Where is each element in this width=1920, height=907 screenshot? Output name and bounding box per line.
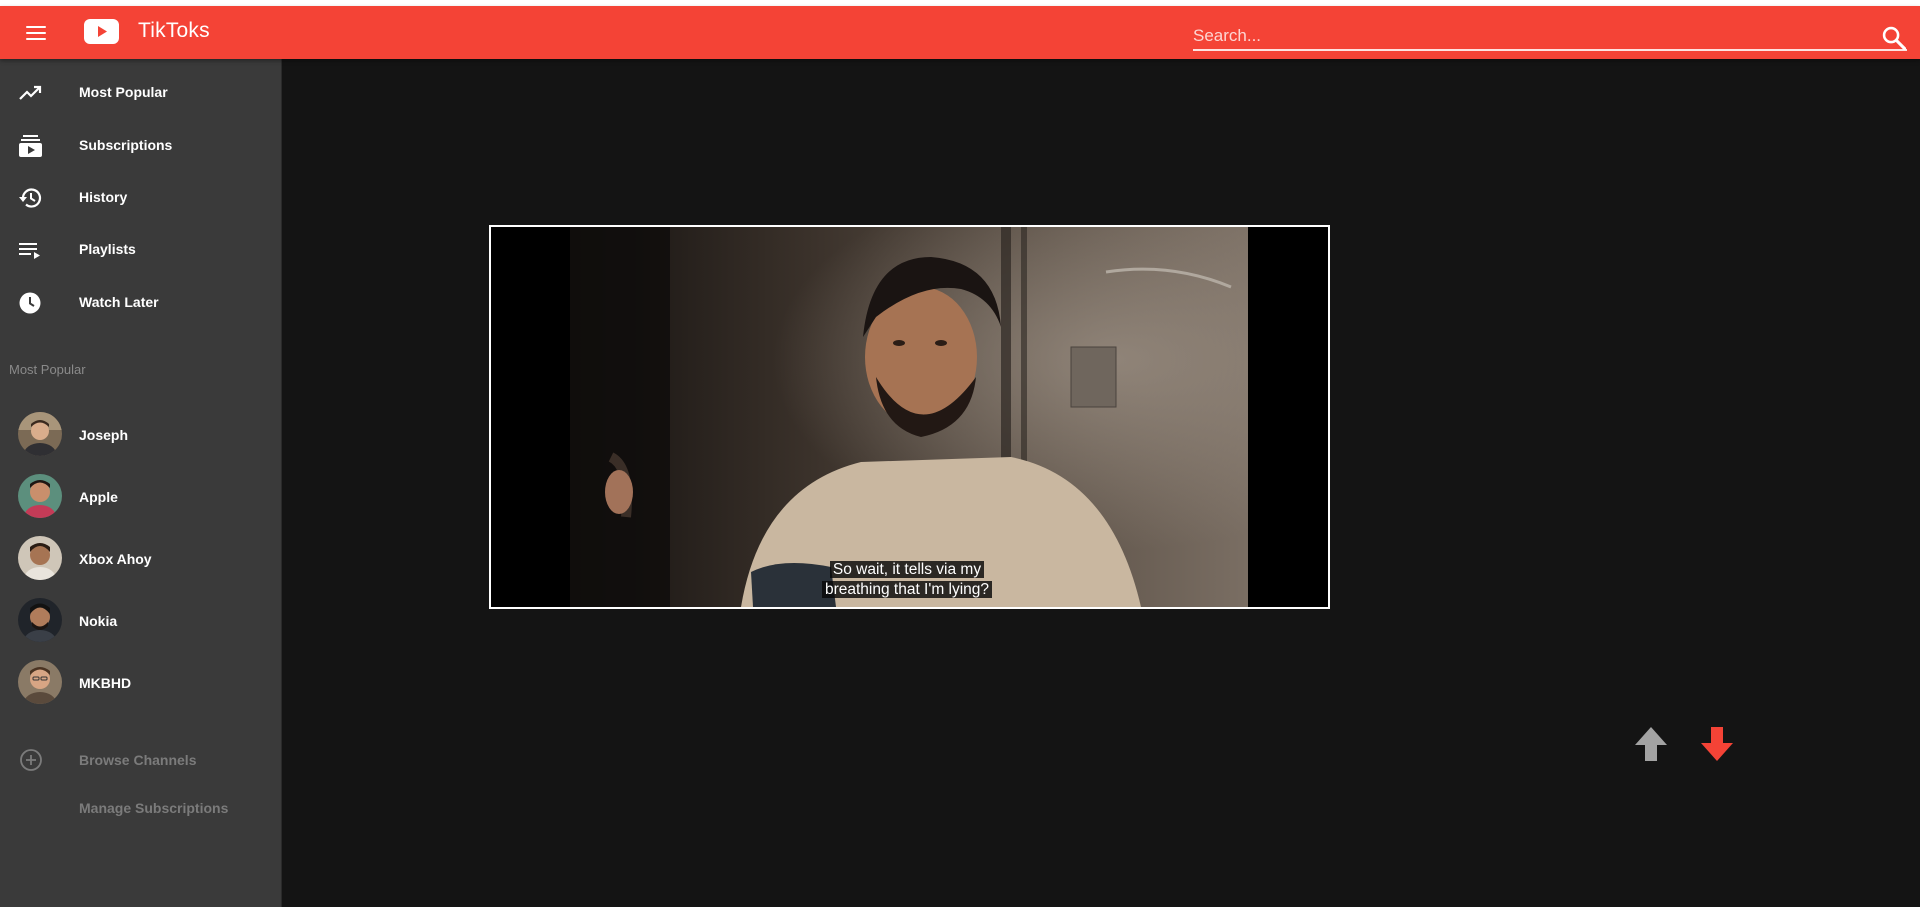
menu-icon[interactable] <box>24 21 50 45</box>
sidebar-item-label: Playlists <box>79 241 136 257</box>
avatar <box>18 660 62 704</box>
clock-icon <box>19 292 41 314</box>
app-title[interactable]: TikToks <box>138 19 210 43</box>
browse-channels-button[interactable]: Browse Channels <box>0 740 282 780</box>
channel-label: Joseph <box>79 427 129 443</box>
add-circle-icon <box>20 749 42 771</box>
app-bar: TikToks <box>0 6 1920 59</box>
sidebar-item-label: Watch Later <box>79 294 159 310</box>
section-title-most-popular: Most Popular <box>9 362 86 377</box>
manage-subscriptions-button[interactable]: Manage Subscriptions <box>0 788 282 828</box>
caption-line: breathing that I'm lying? <box>821 581 993 598</box>
channel-item-apple[interactable]: Apple <box>0 468 282 526</box>
sidebar-item-label: Most Popular <box>79 84 168 100</box>
video-caption: So wait, it tells via my breathing that … <box>820 560 994 600</box>
playlist-icon <box>19 243 40 259</box>
trending-up-icon <box>19 85 42 100</box>
manage-subscriptions-label: Manage Subscriptions <box>79 800 229 816</box>
arrow-up-icon[interactable] <box>1632 725 1670 765</box>
avatar <box>18 598 62 642</box>
sidebar-item-history[interactable]: History <box>0 174 282 222</box>
channel-label: Nokia <box>79 613 118 629</box>
sidebar-item-label: History <box>79 189 128 205</box>
channel-item-nokia[interactable]: Nokia <box>0 592 282 650</box>
channel-label: MKBHD <box>79 675 132 691</box>
avatar <box>18 474 62 518</box>
sidebar: Most Popular Subscriptions History Playl… <box>0 59 282 907</box>
caption-line: So wait, it tells via my <box>829 561 985 578</box>
sidebar-item-subscriptions[interactable]: Subscriptions <box>0 122 282 170</box>
avatar <box>18 412 62 456</box>
browse-channels-label: Browse Channels <box>79 752 197 768</box>
video-player[interactable]: So wait, it tells via my breathing that … <box>489 225 1330 609</box>
arrow-down-icon[interactable] <box>1698 725 1736 765</box>
sidebar-item-watch-later[interactable]: Watch Later <box>0 279 282 327</box>
video-frame-image <box>491 227 1328 607</box>
channel-item-mkbhd[interactable]: MKBHD <box>0 654 282 712</box>
sidebar-item-most-popular[interactable]: Most Popular <box>0 69 282 117</box>
channel-label: Apple <box>79 489 118 505</box>
play-logo-icon[interactable] <box>84 19 119 44</box>
sidebar-item-label: Subscriptions <box>79 137 173 153</box>
search-input[interactable] <box>1193 25 1907 51</box>
subscriptions-icon <box>19 135 42 157</box>
channel-label: Xbox Ahoy <box>79 551 152 567</box>
avatar <box>18 536 62 580</box>
sidebar-item-playlists[interactable]: Playlists <box>0 226 282 274</box>
history-icon <box>19 188 42 208</box>
search-icon[interactable] <box>1880 24 1908 52</box>
channel-item-joseph[interactable]: Joseph <box>0 406 282 464</box>
channel-item-xbox-ahoy[interactable]: Xbox Ahoy <box>0 530 282 588</box>
